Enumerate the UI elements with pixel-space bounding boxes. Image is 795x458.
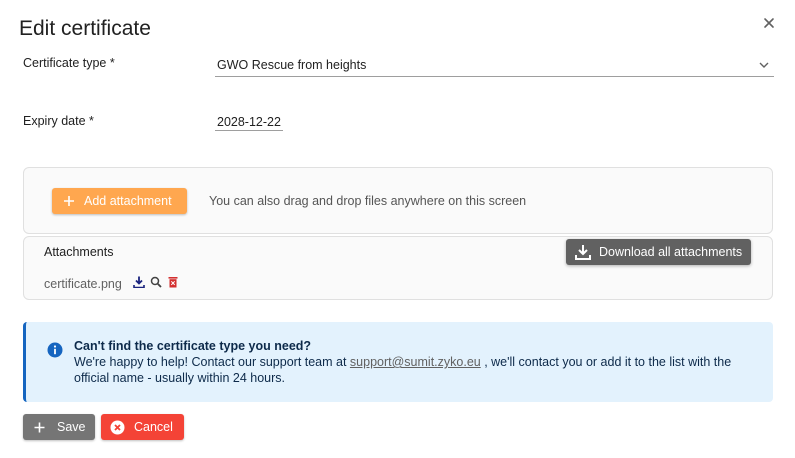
info-icon <box>47 342 63 358</box>
info-text-prefix: We're happy to help! Contact our support… <box>74 355 350 369</box>
close-icon <box>764 18 774 28</box>
drag-drop-hint: You can also drag and drop files anywher… <box>209 194 527 208</box>
plus-icon <box>34 422 45 432</box>
info-line-1: We're happy to help! Contact our support… <box>74 355 731 369</box>
chevron-down-icon <box>759 62 769 68</box>
save-button[interactable]: Save <box>23 414 95 440</box>
certificate-type-select[interactable]: GWO Rescue from heights <box>215 54 774 77</box>
cancel-label: Cancel <box>134 420 173 434</box>
delete-icon[interactable] <box>167 276 179 288</box>
info-text-suffix: , we'll contact you or add it to the lis… <box>480 355 732 369</box>
add-attachment-label: Add attachment <box>84 194 172 208</box>
support-email-link[interactable]: support@sumit.zyko.eu <box>350 355 481 369</box>
info-heading: Can't find the certificate type you need… <box>74 339 312 353</box>
cancel-circle-icon <box>110 420 125 434</box>
plus-icon <box>64 196 74 206</box>
certificate-type-label: Certificate type * <box>23 56 115 70</box>
expiry-date-label: Expiry date * <box>23 114 94 128</box>
add-attachment-button[interactable]: Add attachment <box>52 188 187 214</box>
cancel-button[interactable]: Cancel <box>101 414 184 440</box>
save-label: Save <box>57 420 86 434</box>
expiry-date-input[interactable]: 2028-12-22 <box>215 112 283 131</box>
search-icon[interactable] <box>150 276 162 288</box>
download-all-button[interactable]: Download all attachments <box>566 239 751 265</box>
download-icon <box>575 245 591 260</box>
download-all-label: Download all attachments <box>599 245 743 259</box>
attachments-title: Attachments <box>44 245 114 259</box>
info-line-2: official name - usually within 24 hours. <box>74 371 285 385</box>
dialog-title: Edit certificate <box>19 17 151 40</box>
certificate-type-value: GWO Rescue from heights <box>217 58 367 72</box>
attachment-file-name[interactable]: certificate.png <box>44 277 122 291</box>
close-button[interactable] <box>760 14 778 32</box>
download-icon[interactable] <box>133 276 145 288</box>
